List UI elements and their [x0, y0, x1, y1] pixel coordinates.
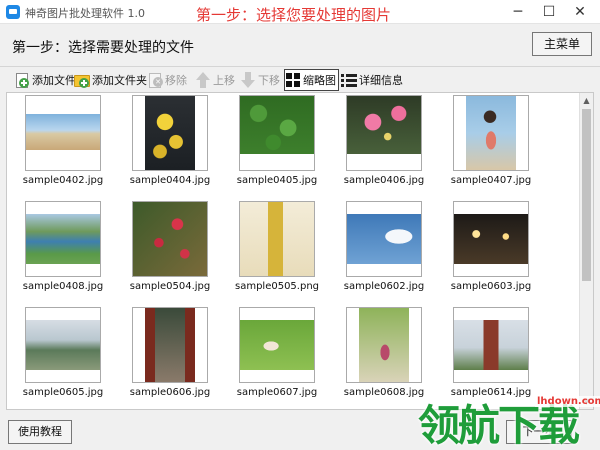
vertical-scrollbar[interactable]: ▲ ▼ — [579, 93, 593, 409]
thumbnail-image — [240, 320, 314, 370]
step-header: 第一步：选择需要处理的文件 主菜单 — [0, 25, 600, 65]
thumbnail-frame — [346, 95, 422, 171]
add-folder-icon — [74, 72, 90, 88]
file-thumbnail-tile[interactable]: sample0605.jpg — [9, 307, 117, 405]
file-thumbnail-tile[interactable]: sample0408.jpg — [9, 201, 117, 299]
thumbnail-image — [466, 96, 516, 170]
file-name-label: sample0402.jpg — [22, 175, 104, 186]
add-folder-button[interactable]: 添加文件夹 — [74, 69, 147, 91]
arrow-up-icon — [195, 72, 211, 88]
file-name-label: sample0504.jpg — [129, 281, 211, 292]
thumbnail-frame — [453, 95, 529, 171]
maximize-button[interactable]: ☐ — [538, 3, 560, 21]
add-folder-label: 添加文件夹 — [92, 74, 147, 87]
thumbnail-frame — [239, 201, 315, 277]
minimize-button[interactable]: ─ — [507, 3, 529, 21]
thumbnail-frame — [132, 95, 208, 171]
grid-icon — [285, 72, 301, 88]
file-thumbnail-tile[interactable]: sample0404.jpg — [116, 95, 224, 193]
thumbnail-image — [454, 214, 528, 264]
details-view-button[interactable]: 详细信息 — [341, 69, 403, 91]
thumbnail-view-button[interactable]: 缩略图 — [284, 69, 339, 91]
file-thumbnail-tile[interactable]: sample0505.png — [223, 201, 331, 299]
thumbnail-image — [145, 308, 195, 382]
details-view-label: 详细信息 — [359, 74, 403, 87]
file-thumbnail-tile[interactable]: sample0607.jpg — [223, 307, 331, 405]
arrow-down-icon — [240, 72, 256, 88]
thumbnail-frame — [453, 307, 529, 383]
add-file-icon — [14, 72, 30, 88]
thumbnail-image — [347, 214, 421, 264]
thumbnail-frame — [453, 201, 529, 277]
thumbnail-frame — [25, 307, 101, 383]
file-grid[interactable]: sample0402.jpg sample0404.jpg sample0405.j… — [6, 92, 594, 410]
file-thumbnail-tile[interactable]: sample0504.jpg — [116, 201, 224, 299]
thumbnail-view-label: 缩略图 — [303, 74, 336, 87]
file-name-label: sample0405.jpg — [236, 175, 318, 186]
thumbnail-frame — [25, 201, 101, 277]
file-thumbnail-tile[interactable]: sample0603.jpg — [437, 201, 545, 299]
file-name-label: sample0602.jpg — [343, 281, 425, 292]
file-thumbnail-tile[interactable]: sample0402.jpg — [9, 95, 117, 193]
watermark-url: lhdown.com — [535, 396, 600, 407]
thumbnail-image — [26, 320, 100, 370]
file-name-label: sample0404.jpg — [129, 175, 211, 186]
scroll-thumb[interactable] — [582, 109, 591, 281]
file-name-label: sample0406.jpg — [343, 175, 425, 186]
thumbnail-frame — [239, 95, 315, 171]
remove-icon — [147, 72, 163, 88]
thumbnail-frame — [239, 307, 315, 383]
app-title: 神奇图片批处理软件 1.0 — [25, 7, 145, 20]
thumbnail-frame — [346, 307, 422, 383]
thumbnail-image — [26, 114, 100, 150]
thumbnail-image — [145, 96, 195, 170]
thumbnail-image — [240, 202, 314, 276]
file-thumbnail-tile[interactable]: sample0606.jpg — [116, 307, 224, 405]
remove-button[interactable]: 移除 — [147, 69, 187, 91]
thumbnail-image — [347, 96, 421, 154]
move-up-label: 上移 — [213, 74, 235, 87]
step-title: 第一步：选择需要处理的文件 — [12, 40, 194, 56]
file-thumbnail-tile[interactable]: sample0602.jpg — [330, 201, 438, 299]
move-up-button[interactable]: 上移 — [195, 69, 235, 91]
thumbnail-image — [26, 214, 100, 264]
scroll-up-icon[interactable]: ▲ — [580, 94, 593, 107]
file-name-label: sample0606.jpg — [129, 387, 211, 398]
title-bar: 神奇图片批处理软件 1.0 第一步：选择您要处理的图片 ─ ☐ ✕ — [0, 0, 600, 24]
thumbnail-image — [133, 202, 207, 276]
thumbnail-frame — [132, 307, 208, 383]
file-thumbnail-tile[interactable]: sample0407.jpg — [437, 95, 545, 193]
thumbnail-image — [359, 308, 409, 382]
toolbar: 添加文件 添加文件夹 移除 上移 下移 缩略图 详细信息 — [0, 66, 600, 92]
thumbnail-frame — [25, 95, 101, 171]
file-thumbnail-tile[interactable]: sample0405.jpg — [223, 95, 331, 193]
main-menu-button[interactable]: 主菜单 — [532, 32, 592, 56]
file-name-label: sample0408.jpg — [22, 281, 104, 292]
thumbnail-image — [240, 96, 314, 154]
app-icon — [6, 5, 20, 19]
file-name-label: sample0407.jpg — [450, 175, 532, 186]
file-thumbnail-tile[interactable]: sample0608.jpg — [330, 307, 438, 405]
add-file-label: 添加文件 — [32, 74, 76, 87]
thumbnail-frame — [132, 201, 208, 277]
remove-label: 移除 — [165, 74, 187, 87]
close-button[interactable]: ✕ — [569, 3, 591, 21]
list-icon — [341, 72, 357, 88]
file-name-label: sample0605.jpg — [22, 387, 104, 398]
file-thumbnail-tile[interactable]: sample0614.jpg — [437, 307, 545, 405]
tutorial-button[interactable]: 使用教程 — [8, 420, 72, 444]
add-file-button[interactable]: 添加文件 — [14, 69, 76, 91]
file-name-label: sample0603.jpg — [450, 281, 532, 292]
file-thumbnail-tile[interactable]: sample0406.jpg — [330, 95, 438, 193]
step-banner: 第一步：选择您要处理的图片 — [196, 6, 392, 24]
file-name-label: sample0505.png — [234, 281, 320, 292]
move-down-label: 下移 — [258, 74, 280, 87]
move-down-button[interactable]: 下移 — [240, 69, 280, 91]
thumbnail-frame — [346, 201, 422, 277]
thumbnail-image — [454, 320, 528, 370]
file-name-label: sample0607.jpg — [236, 387, 318, 398]
